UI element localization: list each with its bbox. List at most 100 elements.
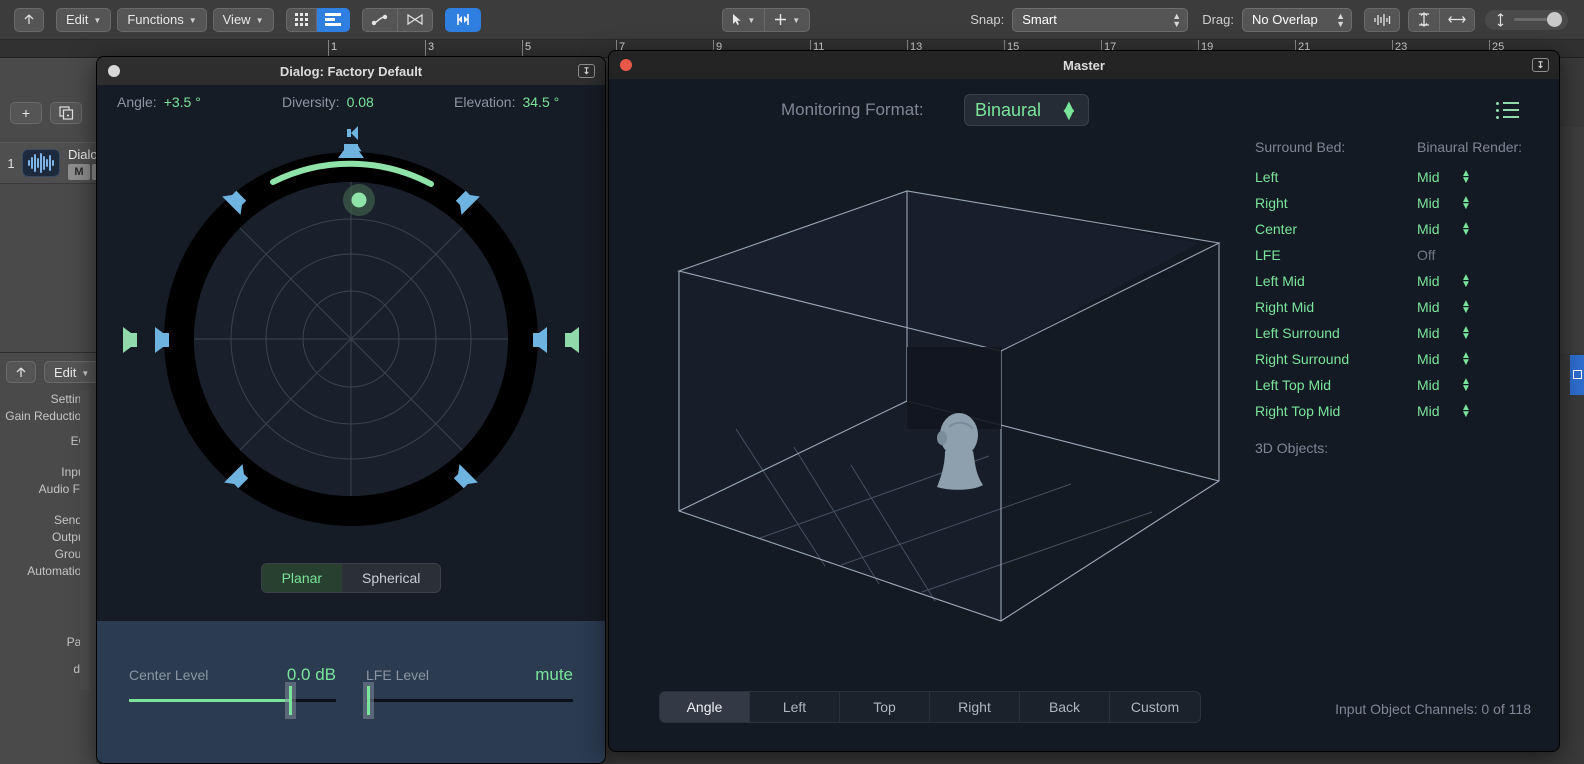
- table-row[interactable]: Left Top MidMid▲▼: [1255, 372, 1545, 398]
- elevation-readout[interactable]: Elevation: 34.5 °: [454, 94, 559, 110]
- stepper-icon[interactable]: ▲▼: [1461, 300, 1471, 314]
- horizontal-zoom-button[interactable]: [1440, 8, 1475, 32]
- inspector-item-gain-reduction[interactable]: Gain Reduction: [0, 408, 88, 425]
- lfe-level-slider[interactable]: [366, 699, 573, 702]
- tab-spherical[interactable]: Spherical: [342, 564, 440, 592]
- lfe-level-control[interactable]: LFE Level mute: [366, 665, 573, 763]
- dialog-titlebar[interactable]: Dialog: Factory Default ↧: [97, 57, 605, 85]
- grid-view-button[interactable]: [286, 8, 317, 32]
- master-titlebar[interactable]: Master ↧: [609, 51, 1559, 79]
- inspector-item-sends[interactable]: Sends: [0, 512, 88, 529]
- add-track-button[interactable]: +: [10, 102, 42, 124]
- table-row[interactable]: Right Top MidMid▲▼: [1255, 398, 1545, 424]
- center-level-slider[interactable]: [129, 699, 336, 702]
- inspector-scrollbar[interactable]: [80, 390, 90, 690]
- inspector-edit-menu[interactable]: Edit ▼: [44, 361, 99, 383]
- waveform-button[interactable]: [1364, 8, 1400, 32]
- list-view-button[interactable]: [317, 8, 350, 32]
- stepper-icon[interactable]: ▲▼: [1461, 170, 1471, 184]
- master-window-title: Master: [1063, 58, 1105, 73]
- edge-selection-marker[interactable]: [1570, 355, 1584, 395]
- slider-thumb[interactable]: [1547, 12, 1562, 27]
- view-button-custom[interactable]: Custom: [1110, 692, 1200, 722]
- inspector-item-audio-fx[interactable]: Audio FX: [0, 481, 88, 498]
- room-3d-view[interactable]: [639, 171, 1239, 641]
- tab-planar[interactable]: Planar: [262, 564, 342, 592]
- channel-render-value[interactable]: Mid: [1417, 403, 1461, 419]
- lfe-level-label: LFE Level: [366, 667, 429, 683]
- stepper-icon[interactable]: ▲▼: [1461, 222, 1471, 236]
- channel-render-value[interactable]: Mid: [1417, 273, 1461, 289]
- snap-popup[interactable]: Smart ▲▼: [1012, 8, 1188, 32]
- drag-popup[interactable]: No Overlap ▲▼: [1242, 8, 1352, 32]
- monitoring-format-popup[interactable]: Binaural ▲▼: [964, 94, 1089, 126]
- marquee-tool[interactable]: ▼: [765, 8, 810, 32]
- stepper-icon[interactable]: ▲▼: [1461, 326, 1471, 340]
- inspector-item-input[interactable]: Input: [0, 464, 88, 481]
- view-button-back[interactable]: Back: [1020, 692, 1110, 722]
- stepper-icon[interactable]: ▲▼: [1461, 274, 1471, 288]
- close-button[interactable]: [620, 59, 632, 71]
- view-button-left[interactable]: Left: [750, 692, 840, 722]
- inspector-item-pan[interactable]: Pan: [0, 634, 88, 651]
- table-row[interactable]: CenterMid▲▼: [1255, 216, 1545, 242]
- channel-render-value[interactable]: Mid: [1417, 299, 1461, 315]
- inspector-item-eq[interactable]: EQ: [0, 433, 88, 450]
- slider-thumb[interactable]: [289, 686, 292, 715]
- window-resize-icon[interactable]: ↧: [578, 64, 595, 78]
- channel-render-value[interactable]: Mid: [1417, 195, 1461, 211]
- surround-panner[interactable]: [97, 119, 605, 559]
- track-height-slider[interactable]: [1485, 10, 1568, 30]
- table-row[interactable]: LFEOff: [1255, 242, 1545, 268]
- panner-graphic[interactable]: [101, 124, 601, 554]
- stepper-icon[interactable]: ▲▼: [1461, 404, 1471, 418]
- stepper-icon: ▲▼: [1172, 12, 1181, 28]
- horizontal-resize-icon: [1448, 13, 1466, 26]
- automation-button[interactable]: [362, 8, 398, 32]
- channel-render-value[interactable]: Mid: [1417, 169, 1461, 185]
- chevron-down-icon: ▼: [792, 16, 800, 25]
- menu-functions[interactable]: Functions ▼: [117, 8, 206, 32]
- menu-edit[interactable]: Edit ▼: [56, 8, 111, 32]
- mute-button[interactable]: M: [68, 164, 90, 180]
- slider-thumb[interactable]: [367, 686, 370, 715]
- table-row[interactable]: RightMid▲▼: [1255, 190, 1545, 216]
- channel-render-value[interactable]: Mid: [1417, 377, 1461, 393]
- vertical-zoom-button[interactable]: [1408, 8, 1440, 32]
- master-window: Master ↧ Monitoring Format: Binaural ▲▼: [608, 50, 1560, 752]
- stepper-icon[interactable]: ▲▼: [1461, 196, 1471, 210]
- table-row[interactable]: LeftMid▲▼: [1255, 164, 1545, 190]
- inspector-item-automation[interactable]: Automation: [0, 563, 88, 580]
- nav-up-button[interactable]: [14, 8, 44, 32]
- table-row[interactable]: Left MidMid▲▼: [1255, 268, 1545, 294]
- inspector-item-group[interactable]: Group: [0, 546, 88, 563]
- channel-render-value[interactable]: Mid: [1417, 221, 1461, 237]
- table-row[interactable]: Right MidMid▲▼: [1255, 294, 1545, 320]
- flex-button[interactable]: [398, 8, 433, 32]
- list-view-icon[interactable]: [1496, 102, 1519, 119]
- table-row[interactable]: Left SurroundMid▲▼: [1255, 320, 1545, 346]
- surround-panner-button[interactable]: [445, 8, 481, 32]
- center-level-control[interactable]: Center Level 0.0 dB: [129, 665, 336, 763]
- table-row[interactable]: Right SurroundMid▲▼: [1255, 346, 1545, 372]
- stepper-icon[interactable]: ▲▼: [1461, 352, 1471, 366]
- monitoring-format-value: Binaural: [975, 100, 1041, 121]
- close-button[interactable]: [108, 65, 120, 77]
- window-resize-icon[interactable]: ↧: [1532, 58, 1549, 72]
- duplicate-track-button[interactable]: [50, 102, 82, 124]
- inspector-nav-up-button[interactable]: [6, 361, 36, 383]
- stepper-icon[interactable]: ▲▼: [1461, 378, 1471, 392]
- channel-render-value[interactable]: Off: [1417, 247, 1461, 263]
- inspector-item-setting[interactable]: Setting: [0, 391, 88, 408]
- inspector-item-output[interactable]: Output: [0, 529, 88, 546]
- diversity-readout[interactable]: Diversity: 0.08: [282, 94, 454, 110]
- view-button-angle[interactable]: Angle: [660, 692, 750, 722]
- inspector-item-db[interactable]: dB: [0, 661, 88, 678]
- angle-readout[interactable]: Angle: +3.5 °: [117, 94, 282, 110]
- view-button-top[interactable]: Top: [840, 692, 930, 722]
- view-button-right[interactable]: Right: [930, 692, 1020, 722]
- channel-render-value[interactable]: Mid: [1417, 325, 1461, 341]
- pointer-tool[interactable]: ▼: [722, 8, 765, 32]
- channel-render-value[interactable]: Mid: [1417, 351, 1461, 367]
- menu-view[interactable]: View ▼: [213, 8, 274, 32]
